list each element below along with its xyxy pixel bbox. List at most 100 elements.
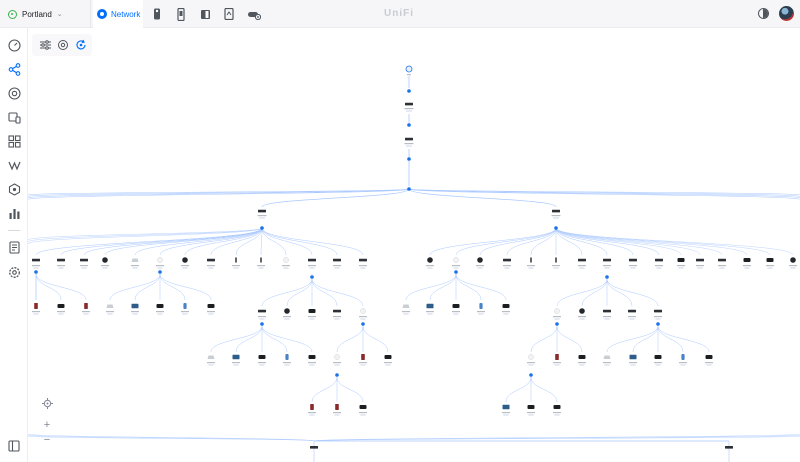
- client-box-icon: [553, 405, 561, 409]
- uplink-line: [530, 325, 558, 353]
- uplink-line: [35, 273, 87, 301]
- uplink-line: [555, 227, 748, 256]
- switch-icon: [258, 309, 266, 313]
- device-label: [789, 265, 797, 267]
- traffic-icon[interactable]: [6, 181, 22, 197]
- device-sublabel: [427, 267, 433, 269]
- uplink-line: [35, 273, 62, 301]
- device-sublabel: [604, 267, 610, 269]
- talk-phone-icon[interactable]: [198, 7, 212, 21]
- device-label: [57, 311, 65, 313]
- switch-icon: [654, 309, 662, 313]
- connection-dot: [361, 322, 365, 326]
- uplink-line: [581, 278, 608, 307]
- insights-icon[interactable]: [6, 157, 22, 173]
- switch-icon: [310, 446, 318, 449]
- device-label: [629, 362, 637, 364]
- device-label: [527, 362, 535, 364]
- device-sublabel: [554, 364, 560, 366]
- client-box-icon: [654, 355, 662, 359]
- device-sublabel: [283, 267, 289, 269]
- device-sublabel: [790, 267, 796, 269]
- device-label: [553, 412, 561, 414]
- device-sublabel: [334, 364, 340, 366]
- connection-dot: [454, 270, 458, 274]
- device-label: [32, 311, 40, 313]
- switch-icon: [718, 258, 726, 262]
- phone-icon: [555, 354, 559, 360]
- access-point-icon: [528, 354, 534, 360]
- device-label: [359, 412, 367, 414]
- device-label: [181, 265, 189, 267]
- settings-icon[interactable]: [6, 264, 22, 280]
- collapse-sidebar-icon[interactable]: [6, 438, 22, 454]
- switch-icon: [655, 258, 663, 262]
- device-sublabel: [477, 267, 483, 269]
- topology-icon[interactable]: [6, 61, 22, 77]
- sidebar-divider: [8, 230, 20, 231]
- device-sublabel: [678, 267, 684, 269]
- uplink-line: [530, 376, 558, 403]
- display-icon: [426, 303, 434, 309]
- device-sublabel: [233, 364, 239, 366]
- camera-dome-icon: [284, 308, 290, 314]
- device-label: [503, 265, 511, 267]
- connection-dot: [656, 322, 660, 326]
- connect-device-icon[interactable]: [222, 7, 236, 21]
- protect-camera-icon[interactable]: [150, 7, 164, 21]
- device-label: [106, 311, 114, 313]
- camera-bullet-icon: [479, 303, 483, 309]
- thin-device-icon: [260, 257, 262, 263]
- statistics-icon[interactable]: [6, 205, 22, 221]
- network-icon: [97, 9, 107, 19]
- device-label: [258, 362, 266, 364]
- topology-map[interactable]: [28, 28, 800, 462]
- uplink-line: [336, 325, 364, 353]
- devices-icon[interactable]: [6, 85, 22, 101]
- system-log-icon[interactable]: [6, 239, 22, 255]
- device-sublabel: [182, 267, 188, 269]
- camera-dome-icon: [102, 257, 108, 263]
- device-sublabel: [406, 145, 412, 147]
- device-sublabel: [259, 217, 265, 219]
- uplink-line: [159, 273, 186, 301]
- access-point-icon: [334, 354, 340, 360]
- switch-icon: [628, 309, 636, 313]
- client-box-icon: [452, 304, 460, 308]
- device-sublabel: [719, 267, 725, 269]
- device-sublabel: [360, 318, 366, 320]
- device-sublabel: [360, 364, 366, 366]
- tab-network[interactable]: Network: [93, 0, 143, 28]
- device-label: [181, 311, 189, 313]
- access-reader-icon[interactable]: [174, 7, 188, 21]
- uplink-line: [311, 278, 364, 307]
- cloud-gateway-icon[interactable]: [246, 7, 262, 21]
- site-selector[interactable]: Portland ⌄: [8, 7, 63, 21]
- contrast-icon[interactable]: [758, 8, 769, 19]
- device-sublabel: [554, 318, 560, 320]
- camera-dome-icon: [182, 257, 188, 263]
- device-label: [207, 311, 215, 313]
- client-box-icon: [258, 355, 266, 359]
- camera-dome-icon: [427, 257, 433, 263]
- switch-icon: [578, 258, 586, 262]
- uplink-line: [556, 325, 583, 353]
- phone-icon: [84, 303, 88, 309]
- apps-icon[interactable]: [6, 133, 22, 149]
- device-sublabel: [579, 364, 585, 366]
- device-sublabel: [656, 267, 662, 269]
- device-sublabel: [284, 318, 290, 320]
- switch-icon: [359, 258, 367, 262]
- user-avatar[interactable]: [779, 6, 794, 21]
- access-point-icon: [283, 257, 289, 263]
- dashboard-icon[interactable]: [6, 37, 22, 53]
- device-sublabel: [453, 267, 459, 269]
- device-label: [308, 316, 316, 318]
- brand-logo: UniFi: [384, 8, 414, 19]
- client-box-icon: [156, 304, 164, 308]
- device-label: [551, 215, 561, 217]
- internet-globe-icon: [405, 65, 413, 73]
- device-sublabel: [334, 414, 340, 416]
- client-devices-icon[interactable]: [6, 109, 22, 125]
- device-label: [452, 265, 460, 267]
